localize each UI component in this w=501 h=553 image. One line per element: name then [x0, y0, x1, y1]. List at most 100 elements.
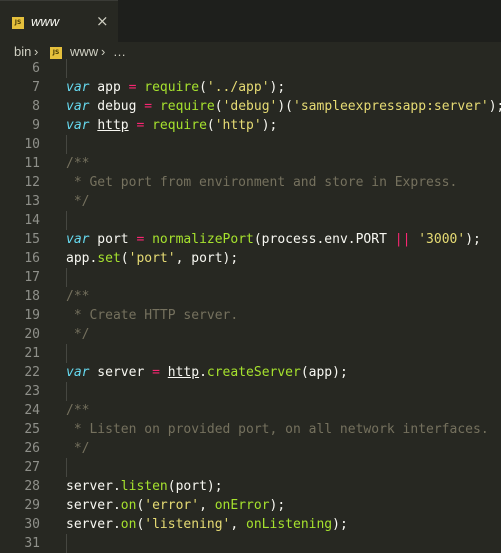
code-line[interactable]: 21	[0, 344, 501, 363]
code-token: (	[120, 251, 129, 266]
line-number: 20	[24, 327, 40, 342]
code-token: server.	[66, 479, 121, 494]
line-number: 12	[24, 175, 40, 190]
indent-guide	[66, 268, 67, 287]
code-line[interactable]: 19 * Create HTTP server.	[0, 306, 501, 325]
code-line[interactable]: 8 var debug = require('debug')('sampleexp…	[0, 97, 501, 116]
code-line[interactable]: 24 /**	[0, 401, 501, 420]
line-number: 24	[24, 403, 40, 418]
code-token: onError	[214, 498, 270, 513]
code-token: );	[261, 118, 278, 133]
code-text: * Create HTTP server.	[66, 306, 238, 325]
code-token: /**	[66, 289, 90, 304]
code-token: http	[97, 118, 129, 133]
code-token: http	[167, 365, 200, 380]
code-line[interactable]: 12 * Get port from environment and store…	[0, 173, 501, 192]
code-token: 'sampleexpressapp:server'	[293, 99, 489, 114]
code-token: app	[89, 80, 129, 95]
line-number: 18	[24, 289, 40, 304]
line-number: 10	[24, 137, 40, 152]
line-number: 14	[24, 213, 40, 228]
code-text: var http = require('http');	[66, 116, 277, 135]
code-token: '../app'	[206, 80, 270, 95]
code-token: (	[214, 99, 223, 114]
indent-guide	[66, 135, 67, 154]
code-token: .	[199, 365, 207, 380]
code-line[interactable]: 11 /**	[0, 154, 501, 173]
code-editor[interactable]: 6 7 var app = require('../app'); 8 var debug…	[0, 59, 501, 553]
code-line[interactable]: 28 server.listen(port);	[0, 477, 501, 496]
code-token: var	[66, 232, 90, 247]
tab-bar: JS www ×	[0, 0, 501, 42]
code-line[interactable]: 31	[0, 534, 501, 553]
code-token: (	[206, 118, 215, 133]
code-line[interactable]: 9 var http = require('http');	[0, 116, 501, 135]
indent-guide	[66, 534, 67, 553]
line-number: 21	[24, 346, 40, 361]
code-token: );	[488, 99, 501, 114]
code-line[interactable]: 17	[0, 268, 501, 287]
indent-guide	[66, 344, 67, 363]
code-line[interactable]: 14	[0, 211, 501, 230]
code-line[interactable]: 16 app.set('port', port);	[0, 249, 501, 268]
code-line[interactable]: 10	[0, 135, 501, 154]
code-token: 'debug'	[222, 99, 278, 114]
tab-label: www	[31, 14, 60, 29]
code-line[interactable]: 22 var server = http.createServer(app);	[0, 363, 501, 382]
line-number: 31	[24, 536, 40, 551]
code-token: ||	[394, 232, 411, 247]
line-number: 19	[24, 308, 40, 323]
code-token: * Listen on provided port, on all networ…	[66, 422, 489, 437]
tab-www[interactable]: JS www ×	[0, 0, 118, 42]
code-token: , port);	[175, 251, 239, 266]
code-token: 'port'	[128, 251, 176, 266]
code-token: );	[269, 80, 286, 95]
line-number: 30	[24, 517, 40, 532]
code-token: (	[199, 80, 207, 95]
code-line[interactable]: 13 */	[0, 192, 501, 211]
code-line[interactable]: 20 */	[0, 325, 501, 344]
code-line[interactable]: 27	[0, 458, 501, 477]
code-line[interactable]: 30 server.on('listening', onListening);	[0, 515, 501, 534]
close-icon[interactable]: ×	[96, 12, 109, 30]
code-text: /**	[66, 401, 89, 420]
line-number: 6	[32, 61, 40, 76]
code-token: );	[269, 498, 286, 513]
code-line[interactable]: 6	[0, 59, 501, 78]
code-line[interactable]: 18 /**	[0, 287, 501, 306]
code-token: app.	[66, 251, 98, 266]
code-token: on	[120, 517, 137, 532]
code-line[interactable]: 25 * Listen on provided port, on all net…	[0, 420, 501, 439]
code-token: ,	[199, 498, 215, 513]
line-number: 11	[24, 156, 40, 171]
code-token: );	[332, 517, 348, 532]
code-token: */	[66, 441, 90, 456]
indent-guide	[66, 458, 67, 477]
breadcrumb-ellipsis[interactable]: …	[113, 44, 126, 59]
code-token: var	[66, 80, 90, 95]
code-token: var	[66, 118, 90, 133]
breadcrumb-folder[interactable]: bin	[14, 44, 31, 59]
code-line[interactable]: 29 server.on('error', onError);	[0, 496, 501, 515]
code-token: =	[152, 365, 160, 380]
line-number: 16	[24, 251, 40, 266]
code-line[interactable]: 15 var port = normalizePort(process.env.P…	[0, 230, 501, 249]
line-number: 26	[24, 441, 40, 456]
code-text: */	[66, 192, 90, 211]
code-token: server.	[66, 498, 121, 513]
code-line[interactable]: 7 var app = require('../app');	[0, 78, 501, 97]
code-token: );	[465, 232, 481, 247]
code-token: '3000'	[418, 232, 466, 247]
code-line[interactable]: 26 */	[0, 439, 501, 458]
js-file-icon: JS	[12, 17, 24, 29]
indent-guide	[66, 382, 67, 401]
code-line[interactable]: 23	[0, 382, 501, 401]
breadcrumb-file[interactable]: www	[70, 44, 98, 59]
code-token: /**	[66, 156, 90, 171]
breadcrumb-separator: ›	[34, 44, 39, 59]
code-token: listen	[120, 479, 168, 494]
code-text: */	[66, 439, 90, 458]
line-number: 8	[32, 99, 40, 114]
code-token: =	[144, 99, 153, 114]
code-text: */	[66, 325, 90, 344]
